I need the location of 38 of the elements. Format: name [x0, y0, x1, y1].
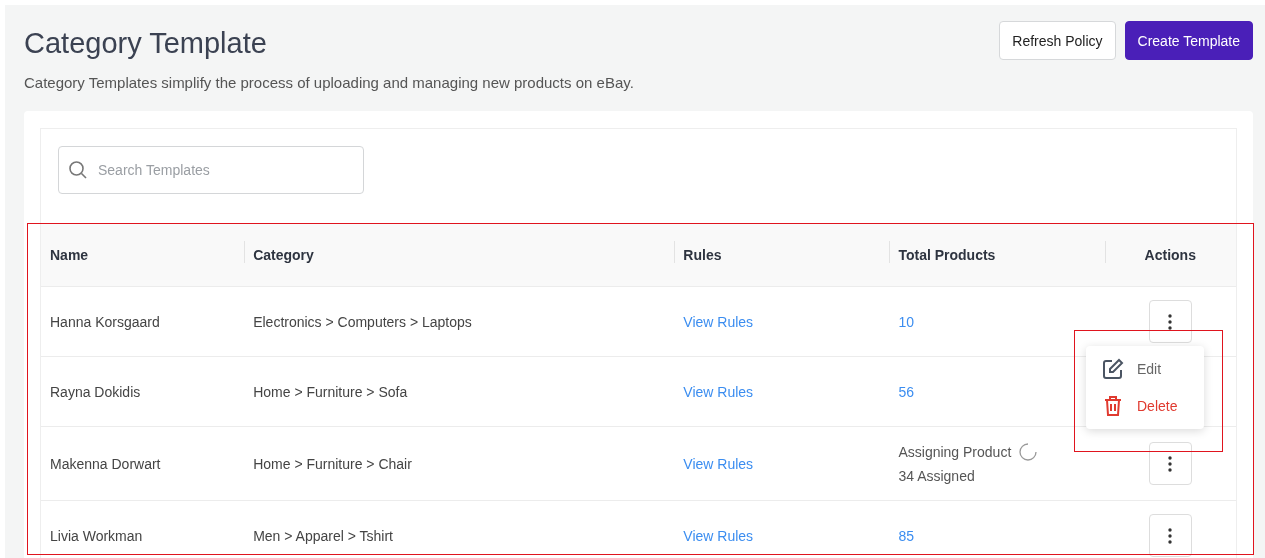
product-count[interactable]: 85 — [898, 527, 914, 544]
table-cell: Rayna Dokidis — [41, 356, 245, 427]
more-options-button[interactable] — [1148, 300, 1192, 343]
create-template-button[interactable]: Create Template — [1124, 21, 1253, 60]
product-count[interactable]: 10 — [898, 313, 914, 330]
trash-icon — [1102, 395, 1124, 417]
column-header: Category — [244, 223, 675, 287]
table-cell: Livia Workman — [41, 500, 245, 558]
view-rules-link[interactable]: View Rules — [683, 527, 754, 544]
column-header: Total Products — [889, 223, 1105, 287]
page-title: Category Template — [24, 27, 268, 60]
column-header: Name — [41, 223, 245, 287]
assigning-status: Assigning Product — [898, 444, 1012, 460]
more-options-button[interactable] — [1148, 442, 1192, 485]
menu-item[interactable]: Edit — [1102, 358, 1186, 380]
table-cell: Electronics > Computers > Laptops — [244, 286, 675, 357]
table-cell: Home > Furniture > Chair — [244, 426, 675, 501]
column-header: Rules — [674, 223, 890, 287]
kebab-icon — [1168, 527, 1173, 544]
edit-icon — [1102, 358, 1124, 380]
table-cell: Hanna Korsgaard — [41, 286, 245, 357]
kebab-icon — [1168, 313, 1173, 330]
spinner-icon — [1019, 443, 1038, 461]
table-cell: Makenna Dorwart — [41, 426, 245, 501]
table-cell: Men > Apparel > Tshirt — [244, 500, 675, 558]
menu-item[interactable]: Delete — [1102, 395, 1186, 417]
view-rules-link[interactable]: View Rules — [683, 383, 754, 400]
view-rules-link[interactable]: View Rules — [683, 313, 754, 330]
view-rules-link[interactable]: View Rules — [683, 455, 754, 472]
refresh-button[interactable]: Refresh Policy — [999, 21, 1116, 60]
column-header: Actions — [1104, 223, 1236, 287]
assigned-count: 34 Assigned — [898, 468, 976, 484]
page-description: Category Templates simplify the process of uploading and managing new products on eBay. — [24, 74, 634, 91]
product-count[interactable]: 56 — [898, 383, 914, 400]
table-cell: Home > Furniture > Sofa — [244, 356, 675, 427]
more-options-button[interactable] — [1148, 514, 1192, 557]
search-field[interactable]: Search Templates — [58, 146, 364, 194]
kebab-icon — [1168, 455, 1173, 472]
